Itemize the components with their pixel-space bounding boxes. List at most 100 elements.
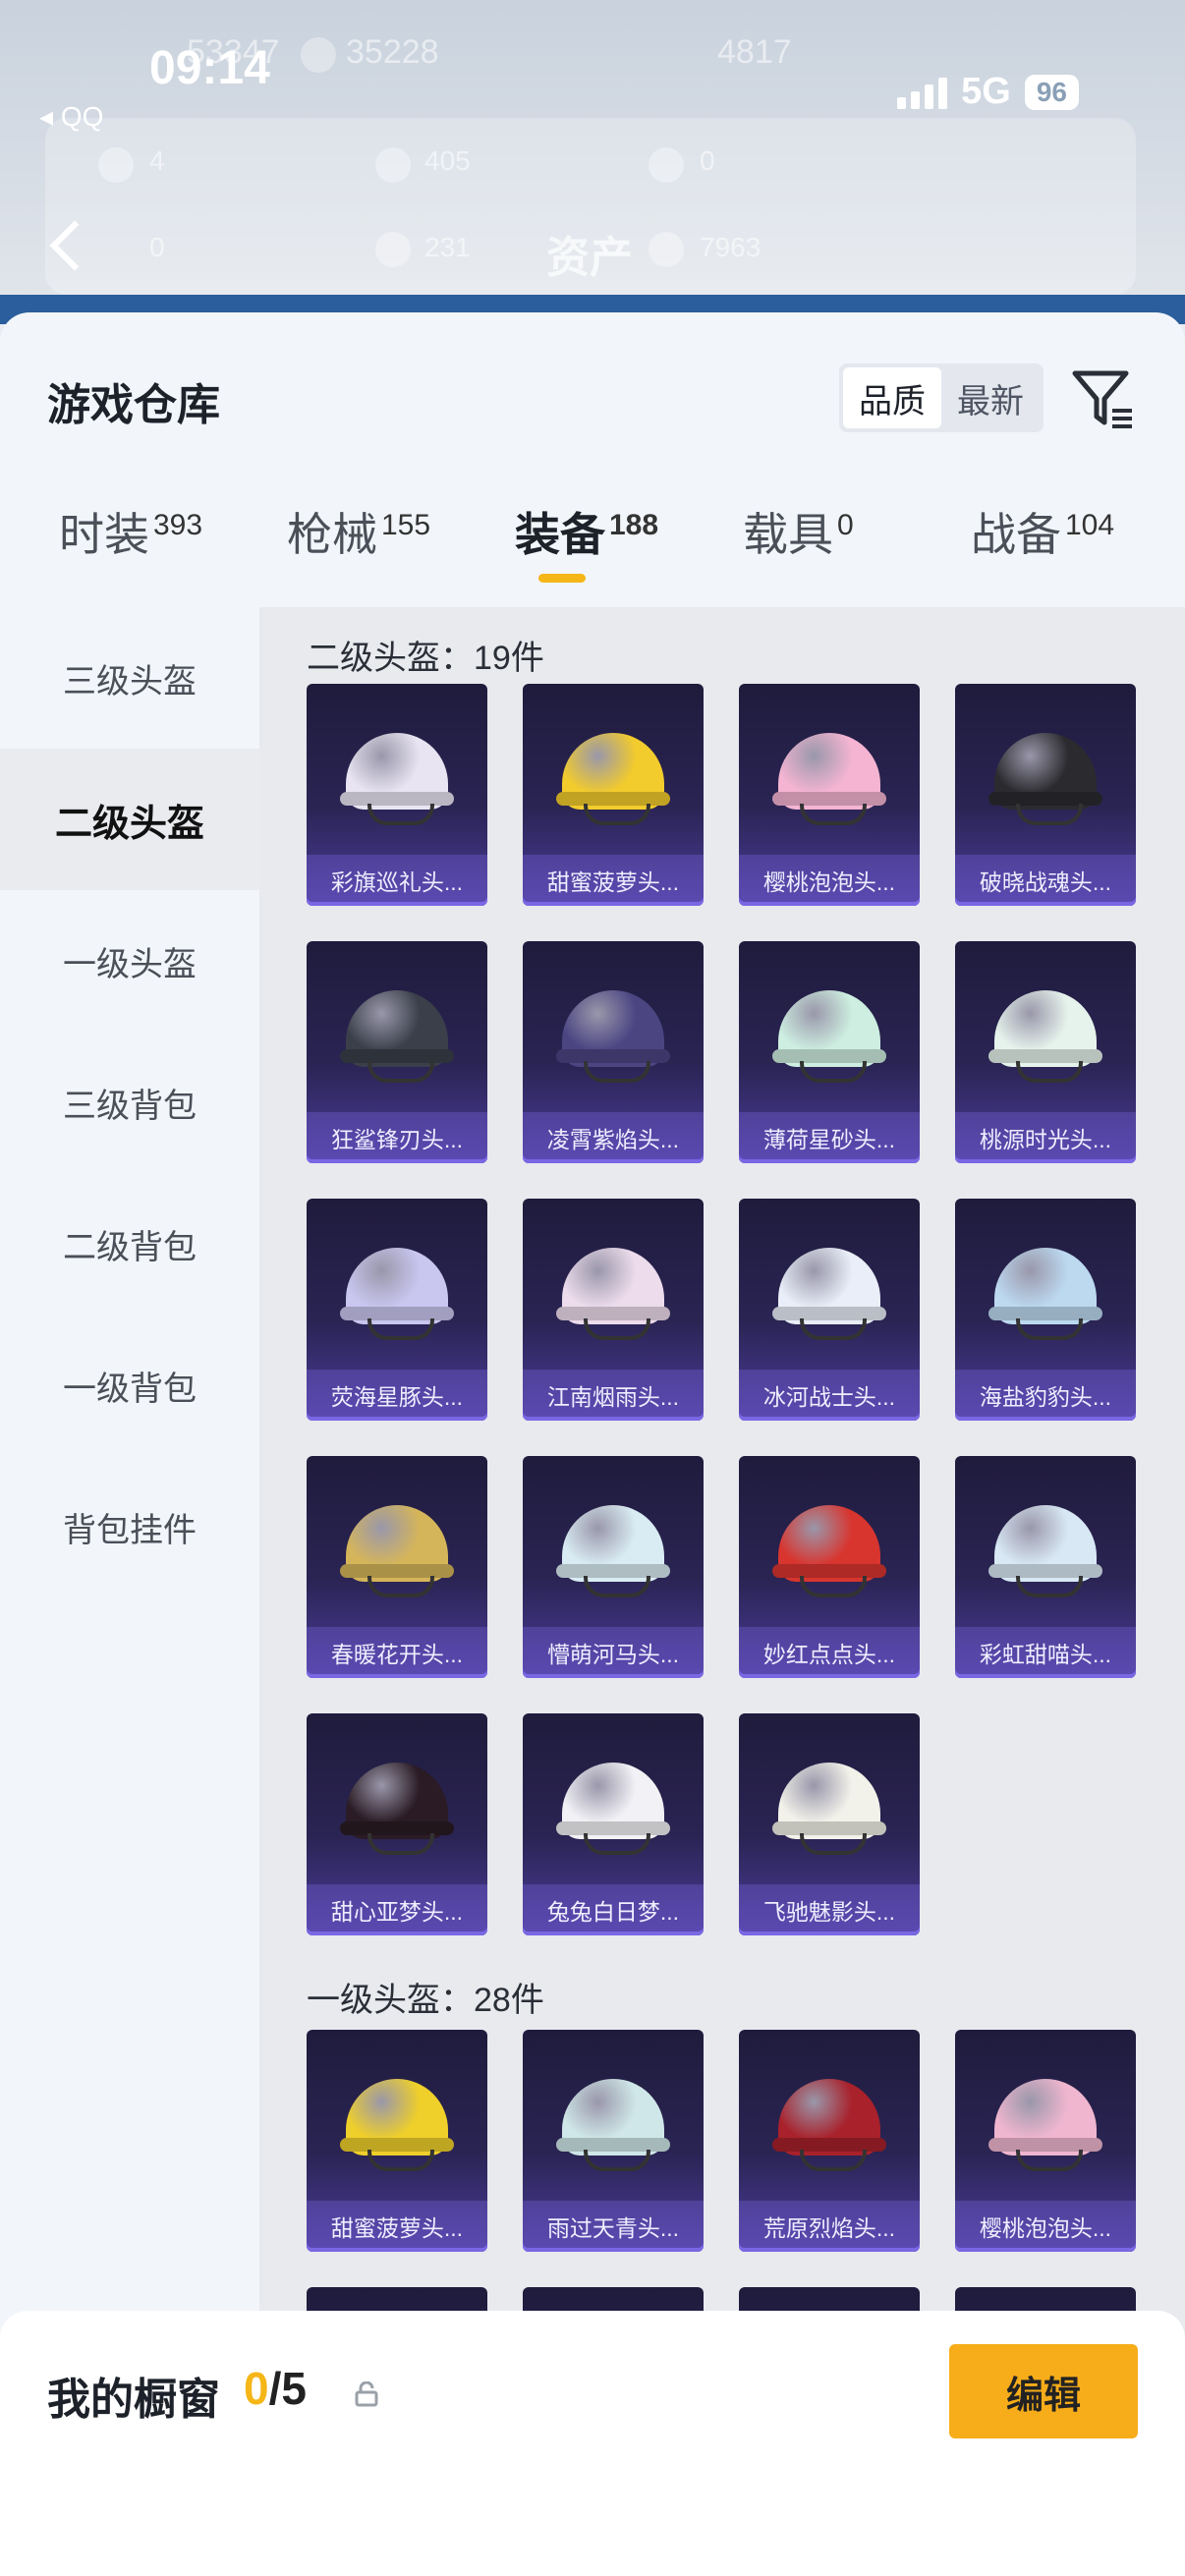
tab-count: 104 xyxy=(1065,509,1115,541)
filter-icon[interactable] xyxy=(1069,364,1138,432)
item-card[interactable]: 甜心亚梦头... xyxy=(307,1713,487,1935)
item-grid: 二级头盔：19件 一级头盔：28件 彩旗巡礼头... 甜蜜菠萝头... 樱桃泡泡头.… xyxy=(259,607,1185,2576)
item-name: 樱桃泡泡头... xyxy=(739,855,920,906)
back-app-name: QQ xyxy=(60,101,104,132)
sort-option-quality[interactable]: 品质 xyxy=(843,367,941,428)
tab-count: 188 xyxy=(609,509,659,541)
item-name: 桃源时光头... xyxy=(955,1112,1136,1163)
lock-icon xyxy=(355,2381,378,2407)
item-card[interactable]: 凌霄紫焰头... xyxy=(523,941,704,1163)
showcase-total: /5 xyxy=(268,2363,307,2414)
helmet-icon xyxy=(554,1749,672,1857)
asset-stat: 0 xyxy=(700,145,715,176)
item-card[interactable]: 狂鲨锋刃头... xyxy=(307,941,487,1163)
helmet-icon xyxy=(987,1234,1104,1342)
helmet-icon xyxy=(554,719,672,827)
item-card[interactable]: 兔兔白日梦... xyxy=(523,1713,704,1935)
item-name: 甜蜜菠萝头... xyxy=(307,2201,487,2252)
item-card[interactable]: 海盐豹豹头... xyxy=(955,1199,1136,1421)
item-name: 江南烟雨头... xyxy=(523,1370,704,1421)
section-title-level1: 一级头盔：28件 xyxy=(307,1982,544,2019)
item-card[interactable]: 彩虹甜喵头... xyxy=(955,1456,1136,1678)
item-card[interactable]: 雨过天青头... xyxy=(523,2030,704,2252)
helmet-icon xyxy=(338,1491,456,1599)
item-card[interactable]: 荧海星豚头... xyxy=(307,1199,487,1421)
tab-supplies[interactable]: 战备 104 xyxy=(971,499,1114,564)
active-tab-indicator xyxy=(538,574,586,583)
showcase-bar: 我的橱窗 0/5 编辑 xyxy=(0,2311,1185,2576)
tab-label: 时装 xyxy=(59,509,149,560)
sheet-title: 游戏仓库 xyxy=(47,381,220,429)
subcategory-sidebar: 三级头盔 二级头盔 一级头盔 三级背包 二级背包 一级背包 背包挂件 xyxy=(0,607,259,2576)
item-card[interactable]: 彩旗巡礼头... xyxy=(307,684,487,906)
item-card[interactable]: 薄荷星砂头... xyxy=(739,941,920,1163)
tab-count: 393 xyxy=(153,509,203,541)
item-name: 薄荷星砂头... xyxy=(739,1112,920,1163)
asset-stat: 4 xyxy=(149,145,165,176)
sidebar-item-level1-helmet[interactable]: 一级头盔 xyxy=(0,890,259,1032)
sidebar-item-level2-backpack[interactable]: 二级背包 xyxy=(0,1173,259,1315)
helmet-icon xyxy=(338,719,456,827)
item-card[interactable]: 懵萌河马头... xyxy=(523,1456,704,1678)
battery-icon: 96 xyxy=(1024,74,1079,110)
sidebar-item-level1-backpack[interactable]: 一级背包 xyxy=(0,1315,259,1456)
tab-equipment[interactable]: 装备 188 xyxy=(515,499,658,564)
helmet-icon xyxy=(770,977,888,1085)
item-card[interactable]: 荒原烈焰头... xyxy=(739,2030,920,2252)
item-card[interactable]: 甜蜜菠萝头... xyxy=(307,2030,487,2252)
edit-button[interactable]: 编辑 xyxy=(949,2344,1138,2438)
helmet-icon xyxy=(770,1491,888,1599)
back-to-app-link[interactable]: ◂ QQ xyxy=(39,100,103,133)
item-card[interactable]: 桃源时光头... xyxy=(955,941,1136,1163)
status-indicators: 5G 96 xyxy=(897,71,1079,113)
helmet-icon xyxy=(770,2065,888,2173)
sidebar-item-level3-backpack[interactable]: 三级背包 xyxy=(0,1032,259,1173)
stat-icon xyxy=(375,147,411,183)
item-name: 冰河战士头... xyxy=(739,1370,920,1421)
tab-guns[interactable]: 枪械 155 xyxy=(287,499,430,564)
showcase-label: 我的橱窗 xyxy=(47,2376,220,2424)
tab-fashion[interactable]: 时装 393 xyxy=(59,499,202,564)
item-name: 飞驰魅影头... xyxy=(739,1884,920,1935)
item-card[interactable]: 樱桃泡泡头... xyxy=(955,2030,1136,2252)
helmet-icon xyxy=(338,2065,456,2173)
item-card[interactable]: 春暖花开头... xyxy=(307,1456,487,1678)
item-name: 懵萌河马头... xyxy=(523,1627,704,1678)
item-card[interactable]: 妙红点点头... xyxy=(739,1456,920,1678)
item-card[interactable]: 甜蜜菠萝头... xyxy=(523,684,704,906)
sidebar-item-level3-helmet[interactable]: 三级头盔 xyxy=(0,607,259,749)
asset-stat: 231 xyxy=(424,232,471,262)
helmet-icon xyxy=(554,1491,672,1599)
item-card[interactable]: 江南烟雨头... xyxy=(523,1199,704,1421)
showcase-count: 0/5 xyxy=(244,2362,307,2415)
asset-stat: 405 xyxy=(424,145,471,176)
helmet-icon xyxy=(554,1234,672,1342)
item-name: 甜蜜菠萝头... xyxy=(523,855,704,906)
item-name: 樱桃泡泡头... xyxy=(955,2201,1136,2252)
sidebar-item-level2-helmet[interactable]: 二级头盔 xyxy=(0,749,259,890)
tab-vehicles[interactable]: 载具 0 xyxy=(743,499,854,564)
stat-icon xyxy=(649,147,684,183)
item-card[interactable]: 樱桃泡泡头... xyxy=(739,684,920,906)
helmet-icon xyxy=(770,1234,888,1342)
helmet-icon xyxy=(987,719,1104,827)
sort-option-latest[interactable]: 最新 xyxy=(941,367,1040,428)
helmet-icon xyxy=(338,1749,456,1857)
asset-stat: 0 xyxy=(149,232,165,262)
sidebar-item-backpack-charm[interactable]: 背包挂件 xyxy=(0,1456,259,1597)
item-card[interactable]: 冰河战士头... xyxy=(739,1199,920,1421)
item-card[interactable]: 飞驰魅影头... xyxy=(739,1713,920,1935)
item-card[interactable]: 破晓战魂头... xyxy=(955,684,1136,906)
item-name: 彩虹甜喵头... xyxy=(955,1627,1136,1678)
back-arrow-icon[interactable] xyxy=(45,216,85,275)
section-title-level2: 二级头盔：19件 xyxy=(307,640,544,677)
stat-icon xyxy=(649,232,684,267)
tab-count: 155 xyxy=(381,509,431,541)
item-name: 妙红点点头... xyxy=(739,1627,920,1678)
tab-label: 战备 xyxy=(971,509,1061,560)
item-name: 春暖花开头... xyxy=(307,1627,487,1678)
page-title: 资产 xyxy=(546,234,633,282)
tab-label: 载具 xyxy=(743,509,833,560)
helmet-icon xyxy=(987,977,1104,1085)
category-tabs: 时装 393 枪械 155 装备 188 载具 0 战备 104 xyxy=(0,499,1185,607)
